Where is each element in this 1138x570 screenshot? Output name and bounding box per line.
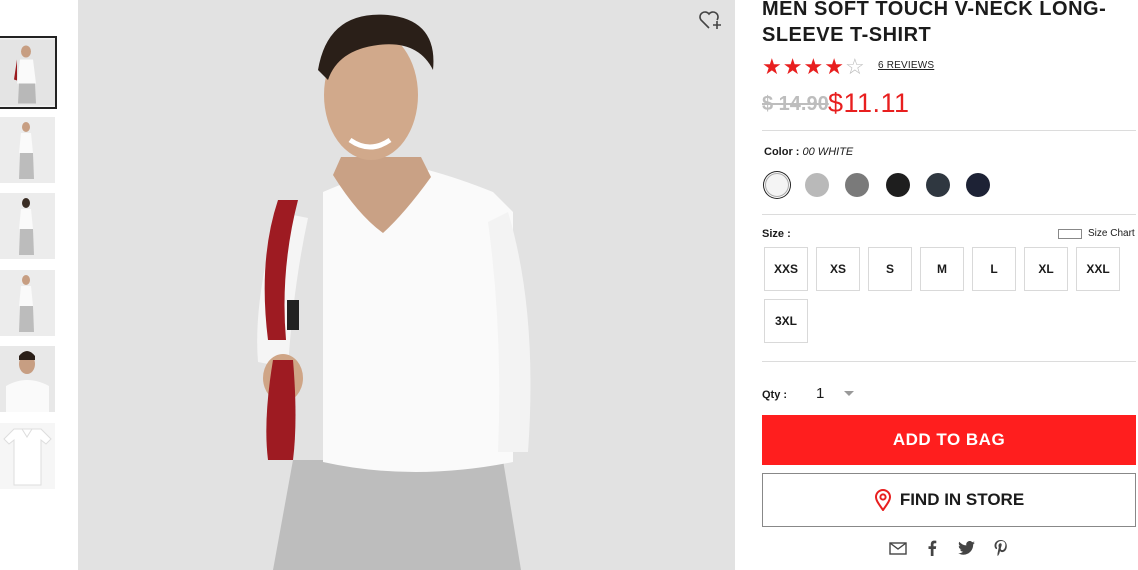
wishlist-heart-icon[interactable] [698, 8, 724, 32]
add-to-bag-button[interactable]: ADD TO BAG [762, 415, 1136, 465]
location-pin-icon [874, 489, 891, 511]
qty-label: Qty : [762, 389, 788, 401]
divider [762, 130, 1136, 131]
swatch-gray[interactable] [845, 173, 869, 197]
divider [762, 361, 1136, 362]
share-bar [888, 538, 1010, 558]
size-option[interactable]: XXL [1076, 247, 1120, 291]
product-title: MEN SOFT TOUCH V-NECK LONG-SLEEVE T-SHIR… [762, 0, 1107, 46]
star-icon: ★ [803, 54, 824, 79]
thumbnail-4[interactable] [0, 270, 55, 336]
product-main-image [78, 0, 735, 570]
color-label: Color : 00 WHITE [764, 146, 853, 158]
size-option[interactable]: XL [1024, 247, 1068, 291]
chevron-down-icon[interactable] [844, 391, 854, 396]
model-photo [78, 0, 735, 570]
star-empty-icon: ☆ [844, 54, 865, 79]
twitter-icon[interactable] [956, 538, 976, 558]
swatch-light-gray[interactable] [805, 173, 829, 197]
size-option[interactable]: L [972, 247, 1016, 291]
divider [762, 214, 1136, 215]
star-icon: ★ [762, 54, 782, 79]
sale-price: $11.11 [828, 88, 910, 118]
thumbnail-6[interactable] [0, 423, 55, 489]
size-chart-link[interactable]: Size Chart [1058, 228, 1135, 239]
email-icon[interactable] [888, 538, 908, 558]
qty-select[interactable]: 1 [816, 385, 824, 402]
ruler-icon [1058, 228, 1082, 239]
swatch-black[interactable] [886, 173, 910, 197]
swatch-white[interactable] [765, 173, 789, 197]
rating-stars: ★ ★ ★ ★ ☆ [762, 56, 865, 78]
find-in-store-label: FIND IN STORE [899, 490, 1025, 509]
size-option[interactable]: XS [816, 247, 860, 291]
size-option[interactable]: M [920, 247, 964, 291]
pinterest-icon[interactable] [990, 538, 1010, 558]
facebook-icon[interactable] [922, 538, 942, 558]
thumbnail-1[interactable] [0, 36, 57, 109]
find-in-store-button[interactable]: FIND IN STORE [762, 473, 1136, 527]
size-chart-label: Size Chart [1088, 228, 1135, 239]
color-selected-name: 00 WHITE [802, 146, 854, 158]
thumbnail-3[interactable] [0, 193, 55, 259]
original-price: $ 14.90 [762, 93, 829, 115]
reviews-link[interactable]: 6 REVIEWS [878, 60, 934, 71]
swatch-charcoal[interactable] [926, 173, 950, 197]
thumbnail-5[interactable] [0, 346, 55, 412]
size-option[interactable]: XXS [764, 247, 808, 291]
thumbnail-2[interactable] [0, 117, 55, 183]
star-icon: ★ [782, 54, 803, 79]
size-option[interactable]: 3XL [764, 299, 808, 343]
size-option[interactable]: S [868, 247, 912, 291]
size-label: Size : [762, 228, 791, 240]
star-icon: ★ [824, 54, 844, 79]
swatch-navy[interactable] [966, 173, 990, 197]
color-label-text: Color : [764, 146, 800, 158]
